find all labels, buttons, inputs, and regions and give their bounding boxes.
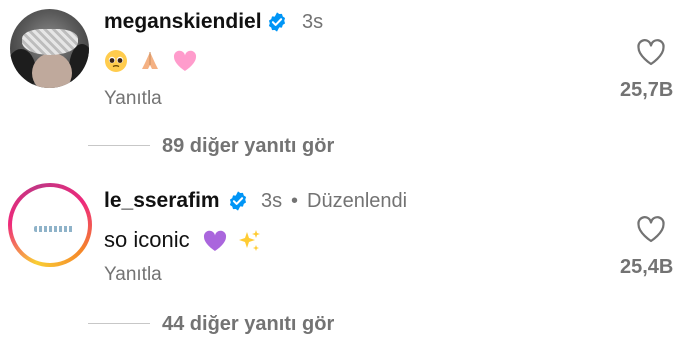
comment-username[interactable]: le_sserafim <box>104 189 220 213</box>
view-replies-divider <box>88 145 150 146</box>
avatar-face-shape <box>32 53 72 88</box>
view-replies-divider <box>88 323 150 324</box>
pink-heart-icon <box>174 50 197 72</box>
view-more-replies-button[interactable]: 89 diğer yanıtı gör <box>162 135 334 158</box>
avatar-logo-shape <box>34 226 74 232</box>
comment-text <box>104 46 198 74</box>
verified-badge-icon <box>229 191 247 211</box>
avatar[interactable] <box>8 183 92 267</box>
reply-button[interactable]: Yanıtla <box>104 88 162 110</box>
purple-heart-icon <box>203 230 226 252</box>
meta-separator: • <box>291 190 299 212</box>
verified-badge-icon <box>268 12 286 32</box>
pleading-face-icon <box>105 50 127 73</box>
avatar-inner <box>12 187 88 263</box>
edited-label: Düzenlendi <box>307 190 408 212</box>
like-count: 25,4B <box>620 256 674 278</box>
avatar-mask-shape <box>22 29 78 55</box>
comment-text: so iconic <box>104 226 262 254</box>
comment-time: 3s <box>261 190 283 212</box>
comment-item: le_sserafim 3s • Düzenlendi so iconic Ya… <box>0 170 693 356</box>
like-heart-icon[interactable] <box>636 215 666 243</box>
reply-button[interactable]: Yanıtla <box>104 264 162 286</box>
folded-hands-icon <box>142 52 159 70</box>
avatar-hair-shape <box>69 44 89 88</box>
like-count: 25,7B <box>620 79 674 101</box>
sparkles-icon <box>238 230 260 252</box>
comment-item: meganskiendiel 3s Yanıtla 25,7B 89 diğer… <box>0 0 693 170</box>
comment-username[interactable]: meganskiendiel <box>104 10 262 34</box>
comment-time: 3s <box>302 11 324 33</box>
avatar[interactable] <box>10 9 89 88</box>
comment-body-text: so iconic <box>104 227 190 252</box>
view-more-replies-button[interactable]: 44 diğer yanıtı gör <box>162 313 334 336</box>
like-heart-icon[interactable] <box>636 38 666 66</box>
